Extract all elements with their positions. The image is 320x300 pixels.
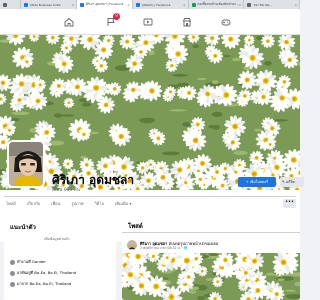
browser-tab[interactable]: ศิริเภา อุดมชลา | Facebook × (77, 0, 133, 9)
store-icon[interactable] (181, 16, 193, 27)
gaming-icon[interactable] (220, 16, 232, 27)
profile-picture (9, 142, 43, 186)
tab-more[interactable]: เพิ่มเติม ▾ (115, 200, 132, 210)
browser-tab[interactable] (0, 0, 22, 9)
browser-tab-strip: Meta Business Suite × ศิริเภา อุดมชลา | Fa… (0, 0, 300, 9)
notification-badge: 9 (113, 13, 120, 20)
avatar[interactable] (7, 140, 45, 188)
intro-from-text: มาจาก Bo-Ea, Bo Ei, Thailand (17, 281, 72, 286)
video-icon[interactable] (142, 16, 154, 27)
add-bio-link[interactable]: เพิ่มข้อมูลส่วนตัว (44, 236, 70, 242)
browser-tab[interactable]: Meta Business Suite × (21, 0, 78, 9)
browser-tab-title: กองซื้อขายบ้าน/ห้องพักเช่าหา... (197, 2, 239, 6)
flag-icon[interactable]: 9 (105, 13, 120, 27)
video-icon-svg (143, 18, 153, 25)
tab-close-icon[interactable]: × (239, 3, 242, 7)
home-icon-svg (64, 17, 74, 26)
post-daisy-image (122, 253, 300, 300)
intro-card: แนะนำตัว เพิ่มข้อมูลส่วนตัว ทำงานที่ Gan… (4, 215, 116, 300)
store-icon-svg (182, 17, 192, 26)
intro-title: แนะนำตัว (10, 224, 36, 231)
tab-photos[interactable]: รูปภาพ (71, 200, 83, 210)
tab-close-icon[interactable]: × (294, 3, 297, 7)
post-image[interactable] (122, 253, 300, 300)
tab-close-icon[interactable]: × (127, 3, 130, 7)
tab-close-icon[interactable]: × (72, 3, 75, 7)
daisy-field-image (0, 35, 300, 190)
post-avatar-image (127, 245, 137, 250)
tab-videos[interactable]: วิดีโอ (95, 200, 104, 210)
tab-friends[interactable]: เพื่อน (51, 200, 60, 210)
tab-favicon-icon (80, 2, 85, 7)
tab-favicon-icon (24, 2, 29, 7)
browser-tab-title: Meta Business Suite (30, 2, 61, 7)
profile-tabs: โพสต์ เกี่ยวกับ เพื่อน รูปภาพ วิดีโอ เพิ… (6, 200, 131, 210)
tab-favicon-icon (247, 2, 252, 7)
intro-lives-row: อาศัยอยู่ที่ Bo-Ea, Bo Ei, Thailand (10, 270, 76, 276)
tab-favicon-icon (3, 2, 7, 7)
post-timestamp[interactable]: 2 พฤศจิกายน เวลา 08:32 น. · 🌐 (140, 246, 188, 251)
tab-favicon-icon (191, 2, 196, 7)
gaming-icon-svg (221, 19, 231, 25)
intro-from-row: มาจาก Bo-Ea, Bo Ei, Thailand (10, 281, 71, 287)
posts-divider (122, 232, 300, 233)
browser-tab[interactable]: กองซื้อขายบ้าน/ห้องพักเช่าหา... × (189, 0, 245, 9)
friends-count[interactable]: เพื่อน 655 คน (52, 186, 80, 193)
profile-divider (4, 196, 296, 197)
home-icon[interactable] (63, 16, 75, 27)
more-options-button[interactable]: ••• (283, 199, 296, 208)
browser-tab[interactable]: Tiki Tok Ne... × (244, 0, 300, 9)
edit-profile-button[interactable]: ✎ แก้ไข (280, 177, 304, 187)
facebook-header: 9 (0, 9, 300, 35)
browser-tab[interactable]: (Watch) | Facebook × (133, 0, 189, 9)
tab-about[interactable]: เกี่ยวกับ (27, 200, 40, 210)
posts-title: โพสต์ (128, 223, 143, 230)
browser-tab-title: Tiki Tok Ne... (253, 2, 273, 7)
tab-posts[interactable]: โพสต์ (6, 200, 16, 210)
tab-favicon-icon (135, 2, 140, 7)
posts-card: โพสต์ ศิริเภา อุดมชลา อัปเดตรูปภาพหน้าปก… (122, 215, 300, 300)
intro-work-text: ทำงานที่ Gander (17, 259, 46, 264)
browser-tab-title: (Watch) | Facebook (141, 2, 171, 7)
add-story-button[interactable]: + เพิ่มในสตอรี่ (238, 177, 276, 187)
intro-work-row: ทำงานที่ Gander (10, 259, 46, 265)
intro-lives-text: อาศัยอยู่ที่ Bo-Ea, Bo Ei, Thailand (17, 270, 77, 275)
location-pin-icon (10, 281, 15, 287)
briefcase-icon (10, 259, 15, 265)
cover-photo[interactable] (0, 35, 300, 190)
browser-tab-title: ศิริเภา อุดมชลา | Facebook (86, 2, 124, 6)
post-author-avatar[interactable] (127, 240, 137, 250)
home-location-icon (10, 270, 15, 276)
tab-close-icon[interactable]: × (183, 3, 186, 7)
